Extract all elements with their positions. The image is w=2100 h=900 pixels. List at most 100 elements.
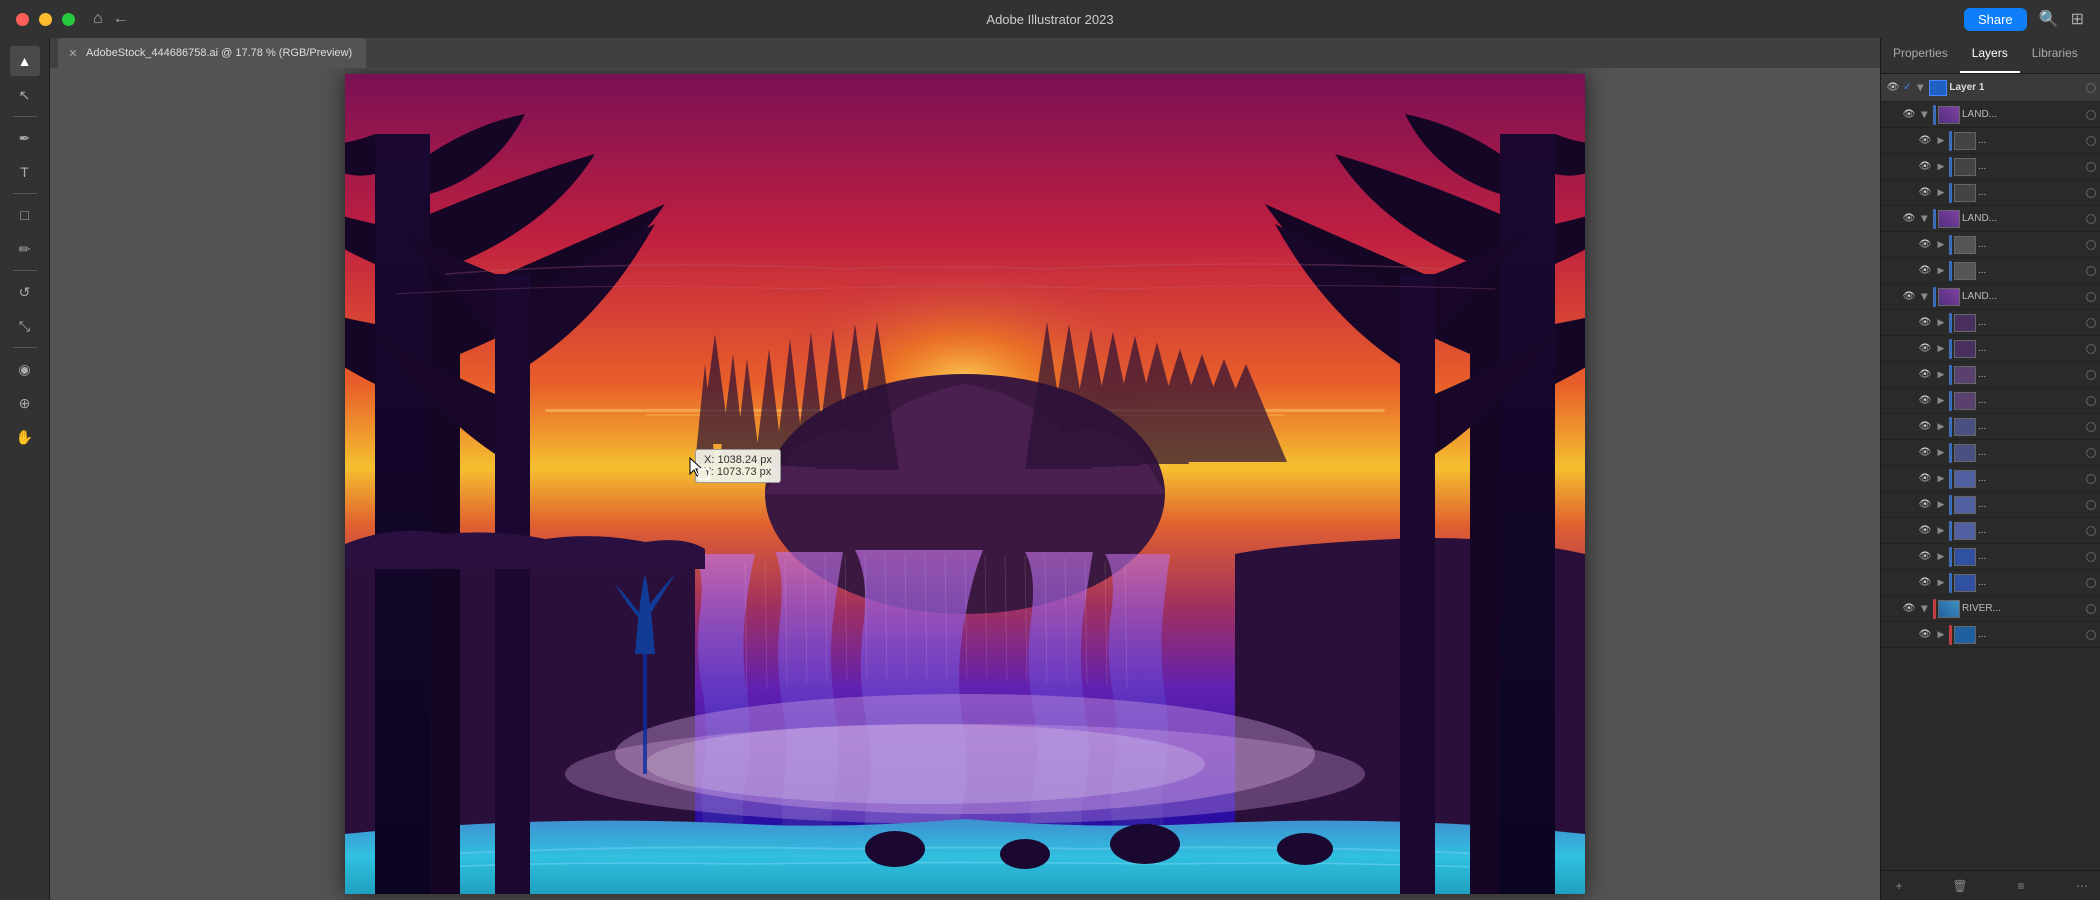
land2-sub1-expand[interactable]: ▶ (1935, 239, 1947, 251)
brush-tool[interactable]: ✏ (10, 234, 40, 264)
select-tool[interactable]: ▲ (10, 46, 40, 76)
land3-visibility[interactable]: 👁 (1901, 289, 1917, 305)
land1-sub3-visibility[interactable]: 👁 (1917, 185, 1933, 201)
river-row[interactable]: 👁 ▶ RIVER... (1881, 596, 2100, 622)
l3s5-lock[interactable] (2086, 422, 2096, 432)
land2-sub1-row[interactable]: 👁 ▶ ... (1881, 232, 2100, 258)
land3-s5-expand[interactable]: ▶ (1935, 421, 1947, 433)
land3-s1-expand[interactable]: ▶ (1935, 317, 1947, 329)
move-layer-button[interactable]: ≡ (2011, 876, 2031, 896)
direct-select-tool[interactable]: ↖ (10, 80, 40, 110)
land3-sub9[interactable]: 👁 ▶ ... (1881, 518, 2100, 544)
sub2-lock[interactable] (2086, 162, 2096, 172)
l3s1-lock[interactable] (2086, 318, 2096, 328)
river-s1-expand[interactable]: ▶ (1935, 629, 1947, 641)
land3-sub3[interactable]: 👁 ▶ ... (1881, 362, 2100, 388)
land3-s8-expand[interactable]: ▶ (1935, 499, 1947, 511)
rs1-lock[interactable] (2086, 630, 2096, 640)
land2-sub2-row[interactable]: 👁 ▶ ... (1881, 258, 2100, 284)
close-button[interactable] (16, 13, 29, 26)
land3-s5-eye[interactable]: 👁 (1917, 419, 1933, 435)
land1-sub2-expand[interactable]: ▶ (1935, 161, 1947, 173)
l3s9-lock[interactable] (2086, 526, 2096, 536)
land1-sub1-visibility[interactable]: 👁 (1917, 133, 1933, 149)
land3-s8-eye[interactable]: 👁 (1917, 497, 1933, 513)
l3s2-lock[interactable] (2086, 344, 2096, 354)
layer1-lock[interactable] (2086, 83, 2096, 93)
land3-s4-expand[interactable]: ▶ (1935, 395, 1947, 407)
tab-close-button[interactable]: ✕ (66, 46, 80, 60)
land3-sub1[interactable]: 👁 ▶ ... (1881, 310, 2100, 336)
land3-s6-expand[interactable]: ▶ (1935, 447, 1947, 459)
land3-s9-expand[interactable]: ▶ (1935, 525, 1947, 537)
active-document-tab[interactable]: ✕ AdobeStock_444686758.ai @ 17.78 % (RGB… (58, 38, 366, 68)
land2-expand[interactable]: ▶ (1919, 213, 1931, 225)
land1-expand[interactable]: ▶ (1919, 109, 1931, 121)
share-button[interactable]: Share (1964, 8, 2027, 31)
maximize-button[interactable] (62, 13, 75, 26)
land1-visibility[interactable]: 👁 (1901, 107, 1917, 123)
land3-sub10[interactable]: 👁 ▶ ... (1881, 544, 2100, 570)
land1-lock[interactable] (2086, 110, 2096, 120)
land2-sub1-visibility[interactable]: 👁 (1917, 237, 1933, 253)
delete-layer-button[interactable]: 🗑 (1950, 876, 1970, 896)
rotate-tool[interactable]: ↺ (10, 277, 40, 307)
land3-sub4[interactable]: 👁 ▶ ... (1881, 388, 2100, 414)
type-tool[interactable]: T (10, 157, 40, 187)
land3-s6-eye[interactable]: 👁 (1917, 445, 1933, 461)
properties-tab[interactable]: Properties (1881, 38, 1960, 73)
shape-tool[interactable]: □ (10, 200, 40, 230)
scale-tool[interactable]: ⤡ (10, 311, 40, 341)
land2-lock[interactable] (2086, 214, 2096, 224)
grid-icon[interactable]: ⊞ (2071, 9, 2084, 29)
land3-lock[interactable] (2086, 292, 2096, 302)
land3-s11-expand[interactable]: ▶ (1935, 577, 1947, 589)
land2-sub2-expand[interactable]: ▶ (1935, 265, 1947, 277)
l3s11-lock[interactable] (2086, 578, 2096, 588)
zoom-tool[interactable]: ⊕ (10, 388, 40, 418)
sub1-lock[interactable] (2086, 136, 2096, 146)
l3s7-lock[interactable] (2086, 474, 2096, 484)
add-layer-button[interactable]: + (1889, 876, 1909, 896)
land3-sub11[interactable]: 👁 ▶ ... (1881, 570, 2100, 596)
search-icon[interactable]: 🔍 (2039, 9, 2059, 29)
land1-sub3-row[interactable]: 👁 ▶ ... (1881, 180, 2100, 206)
land3-s10-eye[interactable]: 👁 (1917, 549, 1933, 565)
l3s6-lock[interactable] (2086, 448, 2096, 458)
l3s8-lock[interactable] (2086, 500, 2096, 510)
land2-sub2-visibility[interactable]: 👁 (1917, 263, 1933, 279)
land2-row[interactable]: 👁 ▶ LAND... (1881, 206, 2100, 232)
land3-s2-expand[interactable]: ▶ (1935, 343, 1947, 355)
land3-sub2[interactable]: 👁 ▶ ... (1881, 336, 2100, 362)
land3-s7-eye[interactable]: 👁 (1917, 471, 1933, 487)
river-s1-eye[interactable]: 👁 (1917, 627, 1933, 643)
back-icon[interactable]: ← (113, 10, 129, 28)
river-visibility[interactable]: 👁 (1901, 601, 1917, 617)
river-expand[interactable]: ▶ (1919, 603, 1931, 615)
land2s2-lock[interactable] (2086, 266, 2096, 276)
eyedropper-tool[interactable]: ◉ (10, 354, 40, 384)
sub3-lock[interactable] (2086, 188, 2096, 198)
land3-s9-eye[interactable]: 👁 (1917, 523, 1933, 539)
land3-s1-eye[interactable]: 👁 (1917, 315, 1933, 331)
minimize-button[interactable] (39, 13, 52, 26)
panel-options-button[interactable]: ⋯ (2072, 876, 2092, 896)
land1-sub1-row[interactable]: 👁 ▶ ... (1881, 128, 2100, 154)
libraries-tab[interactable]: Libraries (2020, 38, 2090, 73)
land3-s2-eye[interactable]: 👁 (1917, 341, 1933, 357)
land2-visibility[interactable]: 👁 (1901, 211, 1917, 227)
river-lock[interactable] (2086, 604, 2096, 614)
land1-sub2-visibility[interactable]: 👁 (1917, 159, 1933, 175)
land3-s3-expand[interactable]: ▶ (1935, 369, 1947, 381)
l3s3-lock[interactable] (2086, 370, 2096, 380)
canvas-area[interactable]: X: 1038.24 px Y: 1073.73 px (50, 68, 1880, 900)
l3s10-lock[interactable] (2086, 552, 2096, 562)
land3-s11-eye[interactable]: 👁 (1917, 575, 1933, 591)
pen-tool[interactable]: ✒ (10, 123, 40, 153)
land1-sub2-row[interactable]: 👁 ▶ ... (1881, 154, 2100, 180)
land3-s4-eye[interactable]: 👁 (1917, 393, 1933, 409)
land1-sub1-expand[interactable]: ▶ (1935, 135, 1947, 147)
land3-s3-eye[interactable]: 👁 (1917, 367, 1933, 383)
land2s1-lock[interactable] (2086, 240, 2096, 250)
land3-sub8[interactable]: 👁 ▶ ... (1881, 492, 2100, 518)
